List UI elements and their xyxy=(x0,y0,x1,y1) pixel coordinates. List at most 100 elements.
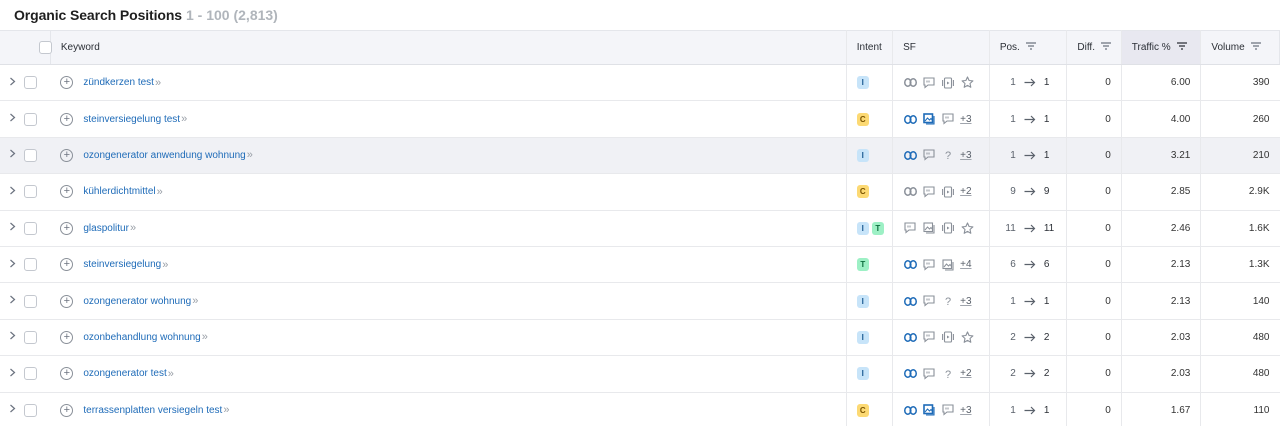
link-icon[interactable] xyxy=(903,185,917,199)
keyword-link[interactable]: glaspolitur xyxy=(83,223,129,234)
sort-icon[interactable] xyxy=(1100,42,1111,53)
expand-chevron-icon[interactable] xyxy=(9,150,16,161)
keyword-link[interactable]: terrassenplatten versiegeln test xyxy=(83,405,222,416)
question-icon[interactable]: ? xyxy=(941,367,955,381)
star-icon[interactable] xyxy=(960,221,974,235)
expand-chevron-icon[interactable] xyxy=(9,368,16,380)
expand-chevron-icon[interactable] xyxy=(9,77,16,89)
double-chevron-icon[interactable]: » xyxy=(192,295,198,307)
link-icon[interactable] xyxy=(903,112,917,126)
column-header-keyword[interactable]: Keyword xyxy=(50,30,847,65)
star-icon[interactable] xyxy=(960,330,974,344)
intent-badge[interactable]: T xyxy=(856,258,869,272)
double-chevron-icon[interactable]: » xyxy=(155,77,161,89)
select-all-checkbox[interactable] xyxy=(39,41,53,54)
more-features-link[interactable]: +3 xyxy=(960,405,971,416)
add-keyword-icon[interactable]: + xyxy=(60,258,74,272)
more-features-link[interactable]: +3 xyxy=(960,150,971,161)
row-checkbox[interactable] xyxy=(24,185,38,199)
more-features-link[interactable]: +2 xyxy=(960,368,971,379)
double-chevron-icon[interactable]: » xyxy=(181,113,187,125)
row-checkbox[interactable] xyxy=(24,403,38,417)
expand-chevron-icon[interactable] xyxy=(9,259,16,271)
link-icon[interactable] xyxy=(903,148,917,162)
column-header-sf[interactable]: SF xyxy=(892,30,990,65)
video-icon[interactable] xyxy=(941,330,955,344)
add-keyword-icon[interactable]: + xyxy=(60,112,74,126)
row-checkbox[interactable] xyxy=(24,258,38,272)
sort-icon[interactable] xyxy=(1250,42,1261,53)
column-header-volume[interactable]: Volume xyxy=(1200,30,1280,65)
double-chevron-icon[interactable]: » xyxy=(223,404,229,416)
link-icon[interactable] xyxy=(903,258,917,272)
link-icon[interactable] xyxy=(903,403,917,417)
double-chevron-icon[interactable]: » xyxy=(162,259,168,271)
row-checkbox[interactable] xyxy=(24,330,38,344)
video-icon[interactable] xyxy=(941,221,955,235)
review-icon[interactable] xyxy=(922,330,936,344)
keyword-link[interactable]: ozonbehandlung wohnung xyxy=(83,332,200,343)
intent-badge[interactable]: I xyxy=(856,294,869,308)
row-checkbox[interactable] xyxy=(24,112,38,126)
add-keyword-icon[interactable]: + xyxy=(60,221,74,235)
more-features-link[interactable]: +3 xyxy=(960,296,971,307)
table-row[interactable]: + steinversiegelung test » C +3 1 1 0 4.… xyxy=(0,100,1280,138)
table-row[interactable]: + ozongenerator anwendung wohnung » I ? +… xyxy=(0,137,1280,174)
review-icon[interactable] xyxy=(903,221,917,235)
add-keyword-icon[interactable]: + xyxy=(60,76,74,90)
row-checkbox[interactable] xyxy=(24,76,38,90)
video-icon[interactable] xyxy=(941,76,955,90)
add-keyword-icon[interactable]: + xyxy=(60,294,74,308)
add-keyword-icon[interactable]: + xyxy=(60,148,74,162)
table-row[interactable]: + terrassenplatten versiegeln test » C +… xyxy=(0,392,1280,426)
expand-chevron-icon[interactable] xyxy=(9,404,16,416)
question-icon[interactable]: ? xyxy=(941,294,955,308)
review-icon[interactable] xyxy=(922,148,936,162)
link-icon[interactable] xyxy=(903,294,917,308)
intent-badge[interactable]: I xyxy=(856,221,869,235)
double-chevron-icon[interactable]: » xyxy=(130,222,136,234)
review-icon[interactable] xyxy=(941,403,955,417)
more-features-link[interactable]: +4 xyxy=(960,259,971,270)
link-icon[interactable] xyxy=(903,330,917,344)
intent-badge[interactable]: I xyxy=(856,367,869,381)
more-features-link[interactable]: +3 xyxy=(960,114,971,125)
add-keyword-icon[interactable]: + xyxy=(60,403,74,417)
review-icon[interactable] xyxy=(922,294,936,308)
table-row[interactable]: + glaspolitur » IT 11 11 0 2.46 1.6K xyxy=(0,210,1280,247)
row-checkbox[interactable] xyxy=(24,367,38,381)
keyword-link[interactable]: ozongenerator anwendung wohnung xyxy=(83,150,245,161)
expand-chevron-icon[interactable] xyxy=(9,113,16,125)
sort-desc-icon[interactable] xyxy=(1176,42,1187,53)
table-row[interactable]: + kühlerdichtmittel » C +2 9 9 0 2.85 2.… xyxy=(0,173,1280,211)
expand-chevron-icon[interactable] xyxy=(9,295,16,307)
review-icon[interactable] xyxy=(922,258,936,272)
intent-badge[interactable]: C xyxy=(856,185,869,199)
review-icon[interactable] xyxy=(922,185,936,199)
double-chevron-icon[interactable]: » xyxy=(168,368,174,380)
double-chevron-icon[interactable]: » xyxy=(202,331,208,343)
intent-badge[interactable]: C xyxy=(856,112,869,126)
review-icon[interactable] xyxy=(941,112,955,126)
table-row[interactable]: + ozonbehandlung wohnung » I 2 2 0 2.03 … xyxy=(0,319,1280,356)
add-keyword-icon[interactable]: + xyxy=(60,185,74,199)
keyword-link[interactable]: zündkerzen test xyxy=(83,77,154,88)
column-header-pos[interactable]: Pos. xyxy=(989,30,1068,65)
expand-chevron-icon[interactable] xyxy=(9,222,16,234)
keyword-link[interactable]: ozongenerator test xyxy=(83,368,166,379)
table-row[interactable]: + ozongenerator test » I ? +2 2 2 0 2.03 … xyxy=(0,355,1280,393)
column-header-intent[interactable]: Intent xyxy=(846,30,894,65)
double-chevron-icon[interactable]: » xyxy=(247,149,253,161)
video-icon[interactable] xyxy=(941,185,955,199)
keyword-link[interactable]: ozongenerator wohnung xyxy=(83,296,191,307)
keyword-link[interactable]: kühlerdichtmittel xyxy=(83,186,155,197)
keyword-link[interactable]: steinversiegelung test xyxy=(83,114,180,125)
image-icon[interactable] xyxy=(922,403,936,417)
review-icon[interactable] xyxy=(922,76,936,90)
table-row[interactable]: + zündkerzen test » I 1 1 0 6.00 390 xyxy=(0,64,1280,101)
table-row[interactable]: + ozongenerator wohnung » I ? +3 1 1 0 2.… xyxy=(0,282,1280,320)
question-icon[interactable]: ? xyxy=(941,148,955,162)
row-checkbox[interactable] xyxy=(24,221,38,235)
column-header-diff[interactable]: Diff. xyxy=(1066,30,1122,65)
expand-chevron-icon[interactable] xyxy=(9,186,16,198)
